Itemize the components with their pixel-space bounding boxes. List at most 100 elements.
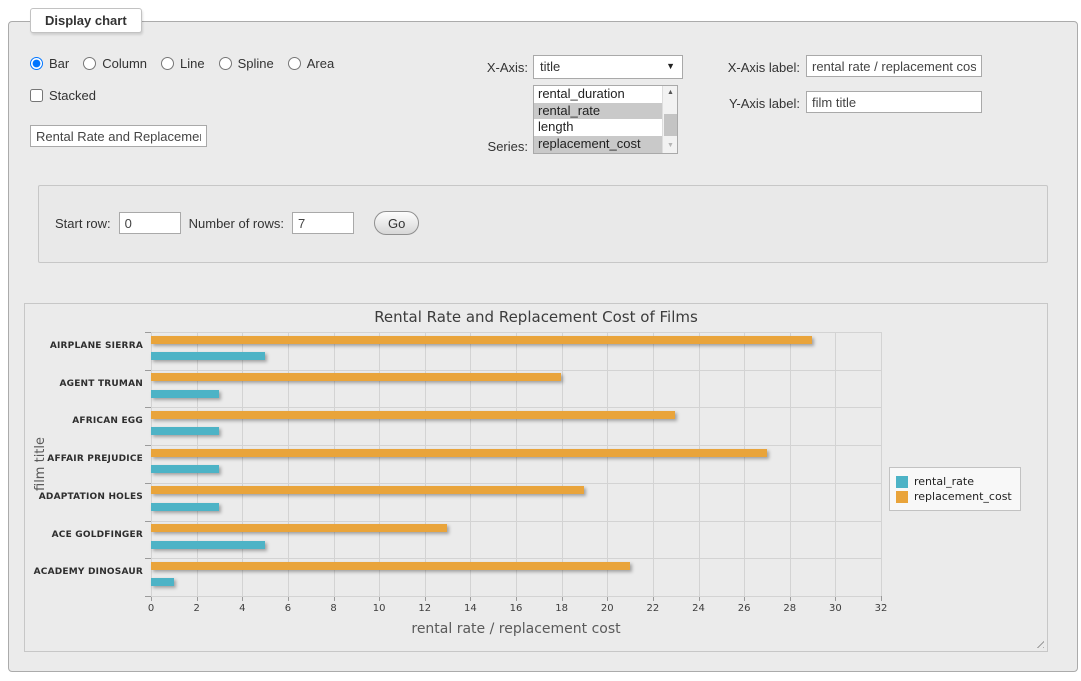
y-axis-label-label: Y-Axis label: <box>700 96 800 111</box>
radio-bar-label[interactable]: Bar <box>49 56 69 71</box>
gridline-vertical <box>699 332 700 596</box>
chevron-down-icon: ▼ <box>666 61 675 71</box>
chart-title-input[interactable] <box>30 125 207 147</box>
radio-line[interactable] <box>161 57 174 70</box>
x-tick-label: 18 <box>542 603 582 614</box>
x-tick-label: 14 <box>450 603 490 614</box>
gridline-vertical <box>288 332 289 596</box>
gridline-horizontal <box>151 332 881 333</box>
bar-rental_rate <box>151 427 219 435</box>
stacked-checkbox[interactable] <box>30 89 43 102</box>
y-axis-tick <box>145 370 151 371</box>
gridline-horizontal <box>151 521 881 522</box>
x-tick-label: 2 <box>177 603 217 614</box>
gridline-vertical <box>607 332 608 596</box>
legend-label: replacement_cost <box>914 490 1012 503</box>
radio-column[interactable] <box>83 57 96 70</box>
gridline-vertical <box>379 332 380 596</box>
gridline-vertical <box>835 332 836 596</box>
bar-rental_rate <box>151 352 265 360</box>
gridline-vertical <box>653 332 654 596</box>
gridline-horizontal <box>151 483 881 484</box>
x-tick-label: 10 <box>359 603 399 614</box>
gridline-horizontal <box>151 596 881 597</box>
y-axis-tick <box>145 596 151 597</box>
x-tick-label: 4 <box>222 603 262 614</box>
bar-rental_rate <box>151 541 265 549</box>
x-axis-select-label: X-Axis: <box>450 60 528 75</box>
x-tick-label: 26 <box>724 603 764 614</box>
x-axis-label-label: X-Axis label: <box>700 60 800 75</box>
x-tick-label: 16 <box>496 603 536 614</box>
x-tick-label: 6 <box>268 603 308 614</box>
x-axis-tick <box>881 596 882 601</box>
y-axis-label-input[interactable] <box>806 91 982 113</box>
scroll-down-icon[interactable]: ▼ <box>663 139 678 153</box>
gridline-horizontal <box>151 558 881 559</box>
stacked-row: Stacked <box>30 88 96 103</box>
radio-spline-label[interactable]: Spline <box>238 56 274 71</box>
stacked-label[interactable]: Stacked <box>49 88 96 103</box>
y-axis-tick <box>145 332 151 333</box>
scroll-up-icon[interactable]: ▲ <box>663 86 678 100</box>
gridline-vertical <box>151 332 152 596</box>
gridline-vertical <box>562 332 563 596</box>
radio-column-label[interactable]: Column <box>102 56 147 71</box>
legend-label: rental_rate <box>914 475 974 488</box>
go-button[interactable]: Go <box>374 211 419 235</box>
chart-type-radio-group: Bar Column Line Spline Area <box>30 56 342 71</box>
bar-replacement_cost <box>151 373 561 381</box>
x-tick-label: 32 <box>861 603 901 614</box>
bar-rental_rate <box>151 390 219 398</box>
gridline-vertical <box>425 332 426 596</box>
x-tick-label: 22 <box>633 603 673 614</box>
x-tick-label: 20 <box>587 603 627 614</box>
series-multiselect[interactable]: rental_duration rental_rate length repla… <box>533 85 678 154</box>
radio-spline[interactable] <box>219 57 232 70</box>
x-tick-label: 28 <box>770 603 810 614</box>
gridline-vertical <box>516 332 517 596</box>
x-tick-label: 0 <box>131 603 171 614</box>
resize-handle-icon[interactable] <box>1033 637 1044 648</box>
radio-area-label[interactable]: Area <box>307 56 334 71</box>
num-rows-input[interactable] <box>292 212 354 234</box>
bar-replacement_cost <box>151 486 584 494</box>
radio-bar[interactable] <box>30 57 43 70</box>
gridline-vertical <box>242 332 243 596</box>
bar-replacement_cost <box>151 524 447 532</box>
scrollbar[interactable]: ▲ ▼ <box>662 86 677 153</box>
bar-replacement_cost <box>151 449 767 457</box>
series-option-length[interactable]: length <box>534 119 677 136</box>
plot-area: 02468101214161820222426283032AIRPLANE SI… <box>151 332 881 596</box>
y-axis-tick <box>145 445 151 446</box>
y-axis-tick <box>145 483 151 484</box>
legend-item[interactable]: replacement_cost <box>896 490 1012 503</box>
series-select-label: Series: <box>450 139 528 154</box>
start-row-input[interactable] <box>119 212 181 234</box>
radio-area[interactable] <box>288 57 301 70</box>
radio-line-label[interactable]: Line <box>180 56 205 71</box>
gridline-vertical <box>790 332 791 596</box>
series-option-rental-duration[interactable]: rental_duration <box>534 86 677 103</box>
y-axis-tick <box>145 558 151 559</box>
x-axis-select[interactable]: title ▼ <box>533 55 683 79</box>
gridline-horizontal <box>151 407 881 408</box>
chart-legend: rental_rate replacement_cost <box>889 467 1021 511</box>
series-option-rental-rate[interactable]: rental_rate <box>534 103 677 120</box>
scrollbar-thumb[interactable] <box>664 114 677 136</box>
legend-swatch-icon <box>896 491 908 503</box>
gridline-horizontal <box>151 370 881 371</box>
num-rows-label: Number of rows: <box>189 216 284 231</box>
panel-title: Display chart <box>30 8 142 33</box>
y-axis-title: film title <box>33 332 51 596</box>
series-option-replacement-cost[interactable]: replacement_cost <box>534 136 677 153</box>
bar-replacement_cost <box>151 411 675 419</box>
bar-rental_rate <box>151 465 219 473</box>
rows-form: Start row: Number of rows: Go <box>55 211 419 235</box>
y-axis-tick <box>145 521 151 522</box>
bar-replacement_cost <box>151 562 630 570</box>
x-tick-label: 12 <box>405 603 445 614</box>
x-axis-label-input[interactable] <box>806 55 982 77</box>
gridline-vertical <box>470 332 471 596</box>
legend-item[interactable]: rental_rate <box>896 475 1012 488</box>
